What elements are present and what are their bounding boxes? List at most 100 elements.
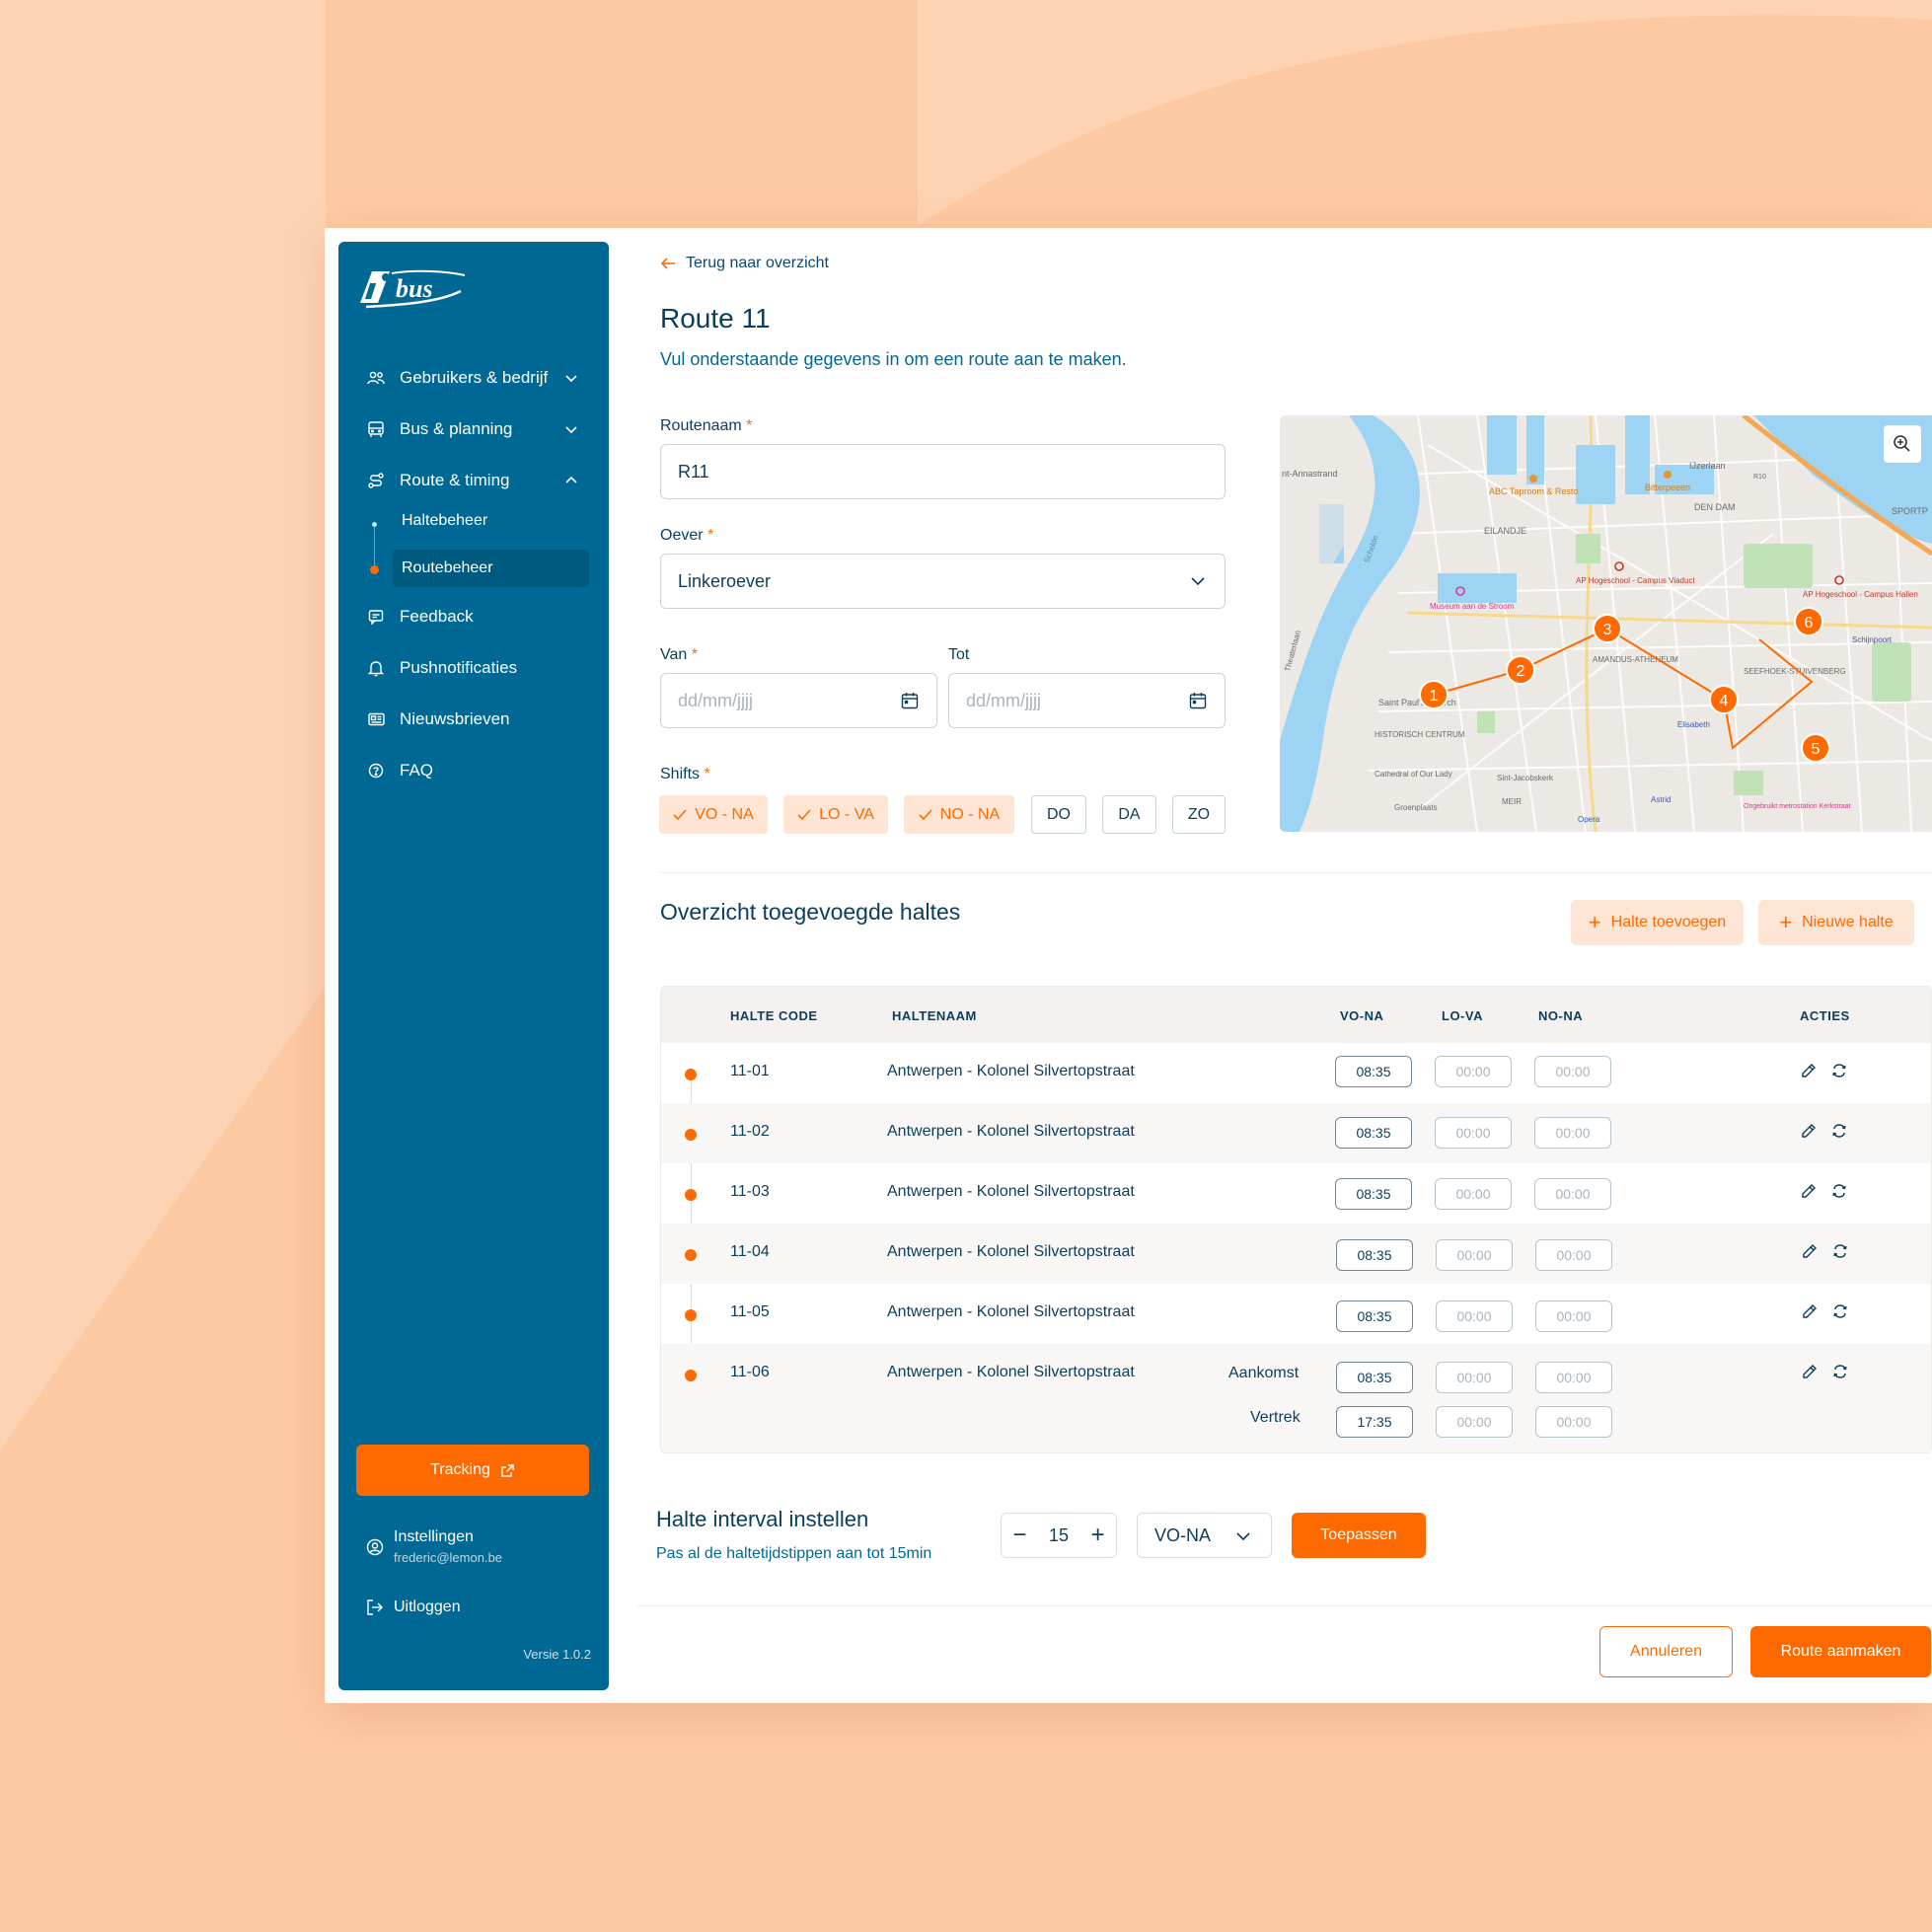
edit-icon[interactable] [1801, 1242, 1819, 1260]
shift-chip-label: NO - NA [939, 805, 1001, 823]
map-label: Astrid [1651, 795, 1671, 804]
map-marker[interactable]: 6 [1794, 607, 1823, 636]
swap-icon[interactable] [1831, 1302, 1849, 1320]
calendar-icon[interactable] [1189, 692, 1207, 709]
table-row[interactable]: 11-01 Antwerpen - Kolonel Silvertopstraa… [661, 1043, 1931, 1103]
bus-icon [366, 419, 386, 439]
create-route-button[interactable]: Route aanmaken [1750, 1626, 1931, 1677]
time-input-vo-na[interactable]: 08:35 [1335, 1056, 1412, 1087]
time-input-vo-na[interactable]: 08:35 [1336, 1362, 1413, 1393]
shift-chip-no-na[interactable]: NO - NA [904, 795, 1014, 834]
time-input-lo-va[interactable]: 00:00 [1435, 1117, 1512, 1149]
cancel-button[interactable]: Annuleren [1599, 1626, 1733, 1677]
swap-icon[interactable] [1830, 1062, 1848, 1079]
shift-chip-vo-na[interactable]: VO - NA [659, 795, 768, 834]
plus-icon[interactable]: + [1091, 1522, 1105, 1549]
sidebar-item-users[interactable]: Gebruikers & bedrijf [338, 352, 609, 404]
shift-chip-lo-va[interactable]: LO - VA [783, 795, 888, 834]
shift-chip-da[interactable]: DA [1102, 795, 1156, 834]
shift-chip-zo[interactable]: ZO [1172, 795, 1226, 834]
swap-icon[interactable] [1830, 1122, 1848, 1140]
map-marker[interactable]: 4 [1709, 685, 1739, 714]
add-stop-button[interactable]: + Halte toevoegen [1571, 900, 1744, 945]
logout-link[interactable]: Uitloggen [366, 1598, 461, 1616]
sidebar-item-faq[interactable]: FAQ [338, 745, 609, 796]
map-marker[interactable]: 2 [1506, 655, 1535, 685]
time-input-lo-va[interactable]: 00:00 [1436, 1300, 1513, 1332]
new-stop-button[interactable]: + Nieuwe halte [1758, 900, 1914, 945]
shifts-label-text: Shifts [660, 766, 701, 782]
sidebar-item-feedback[interactable]: Feedback [338, 591, 609, 642]
from-date-input[interactable]: dd/mm/jjjj [660, 673, 937, 728]
back-link[interactable]: Terug naar overzicht [660, 255, 829, 272]
edit-icon[interactable] [1800, 1062, 1818, 1079]
sidebar-nav: Gebruikers & bedrijf Bus & planning Rout… [338, 352, 609, 796]
stops-section-title: Overzicht toegevoegde haltes [660, 899, 961, 925]
map-canvas[interactable]: nt-Annastrand ABC Taproom & Resto Bitter… [1280, 415, 1932, 832]
time-input-vo-na[interactable]: 08:35 [1336, 1239, 1413, 1271]
edit-icon[interactable] [1800, 1122, 1818, 1140]
sidebar-subitem-haltebeheer[interactable]: Haltebeheer [402, 512, 487, 530]
chevron-down-icon[interactable] [563, 370, 579, 386]
swap-icon[interactable] [1831, 1242, 1849, 1260]
route-name-input[interactable]: R11 [660, 444, 1226, 499]
bank-label: Oever * [660, 527, 713, 545]
map-label: DEN DAM [1694, 502, 1736, 512]
tracking-button[interactable]: Tracking [356, 1445, 589, 1496]
time-input-vo-na[interactable]: 08:35 [1336, 1300, 1413, 1332]
time-input-lo-va[interactable]: 00:00 [1435, 1178, 1512, 1210]
interval-stepper[interactable]: − 15 + [1001, 1513, 1117, 1558]
map-label: AP Hogeschool - Campus Viaduct [1576, 576, 1695, 585]
map-label: Bitterpeeen [1645, 483, 1690, 492]
table-row[interactable]: 11-06 Antwerpen - Kolonel Silvertopstraa… [661, 1344, 1931, 1452]
sidebar-item-bus[interactable]: Bus & planning [338, 404, 609, 455]
time-input-vo-na-departure[interactable]: 17:35 [1336, 1406, 1413, 1438]
edit-icon[interactable] [1801, 1302, 1819, 1320]
edit-icon[interactable] [1800, 1182, 1818, 1200]
sidebar-item-newsletters[interactable]: Nieuwsbrieven [338, 694, 609, 745]
map-marker[interactable]: 1 [1419, 680, 1449, 709]
chevron-down-icon[interactable] [563, 421, 579, 437]
time-input-lo-va[interactable]: 00:00 [1435, 1056, 1512, 1087]
time-input-no-na-departure[interactable]: 00:00 [1535, 1406, 1612, 1438]
time-input-no-na[interactable]: 00:00 [1534, 1056, 1611, 1087]
map-marker[interactable]: 5 [1801, 733, 1830, 763]
table-row[interactable]: 11-03 Antwerpen - Kolonel Silvertopstraa… [661, 1163, 1931, 1224]
interval-shift-select[interactable]: VO-NA [1137, 1513, 1272, 1558]
time-input-vo-na[interactable]: 08:35 [1335, 1178, 1412, 1210]
time-input-no-na[interactable]: 00:00 [1534, 1117, 1611, 1149]
minus-icon[interactable]: − [1012, 1522, 1026, 1549]
table-row[interactable]: 11-05 Antwerpen - Kolonel Silvertopstraa… [661, 1284, 1931, 1344]
time-input-vo-na[interactable]: 08:35 [1335, 1117, 1412, 1149]
swap-icon[interactable] [1830, 1182, 1848, 1200]
sidebar-item-label: Route & timing [400, 471, 510, 489]
required-mark: * [691, 646, 698, 663]
bank-select[interactable]: Linkeroever [660, 554, 1226, 609]
time-input-no-na[interactable]: 00:00 [1535, 1362, 1612, 1393]
edit-icon[interactable] [1801, 1363, 1819, 1380]
time-input-lo-va-departure[interactable]: 00:00 [1436, 1406, 1513, 1438]
sidebar-item-push[interactable]: Pushnotificaties [338, 642, 609, 694]
route-map[interactable]: nt-Annastrand ABC Taproom & Resto Bitter… [1280, 415, 1932, 832]
time-input-no-na[interactable]: 00:00 [1535, 1300, 1612, 1332]
apply-button[interactable]: Toepassen [1292, 1513, 1426, 1558]
table-row[interactable]: 11-02 Antwerpen - Kolonel Silvertopstraa… [661, 1103, 1931, 1163]
time-input-no-na[interactable]: 00:00 [1534, 1178, 1611, 1210]
time-input-lo-va[interactable]: 00:00 [1436, 1239, 1513, 1271]
time-input-no-na[interactable]: 00:00 [1535, 1239, 1612, 1271]
interval-title: Halte interval instellen [656, 1507, 869, 1531]
ibus-logo[interactable]: bus [358, 265, 467, 318]
swap-icon[interactable] [1831, 1363, 1849, 1380]
map-marker[interactable]: 3 [1593, 614, 1622, 643]
settings-link[interactable]: Instellingen frederic@lemon.be [366, 1528, 502, 1565]
table-row[interactable]: 11-04 Antwerpen - Kolonel Silvertopstraa… [661, 1224, 1931, 1284]
zoom-in-button[interactable] [1884, 425, 1921, 463]
sidebar-item-label: Feedback [400, 607, 474, 626]
time-input-lo-va[interactable]: 00:00 [1436, 1362, 1513, 1393]
chevron-up-icon[interactable] [563, 473, 579, 488]
calendar-icon[interactable] [901, 692, 919, 709]
sidebar-subitem-routebeheer[interactable]: Routebeheer [393, 550, 589, 587]
shift-chip-do[interactable]: DO [1031, 795, 1086, 834]
to-date-input[interactable]: dd/mm/jjjj [948, 673, 1226, 728]
sidebar-item-route[interactable]: Route & timing [338, 455, 609, 506]
